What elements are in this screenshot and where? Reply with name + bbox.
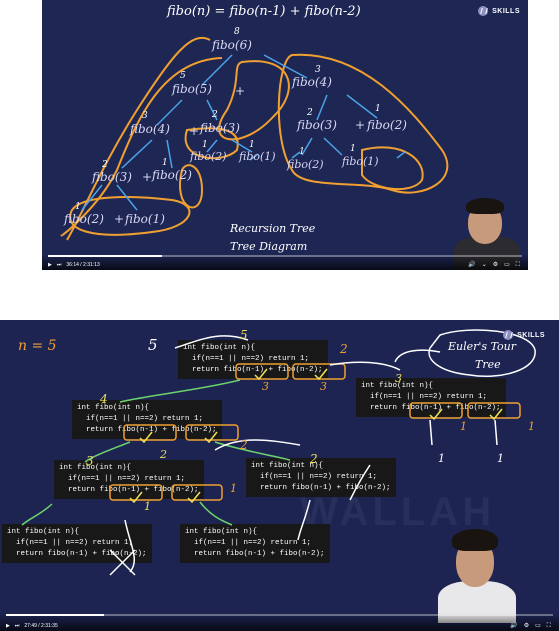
return-value: 2: [307, 108, 313, 118]
video-controls: ▶ ⏭ 36:14 / 2:31:13 🔊 ⌄ ⚙ ▭ ⛶: [42, 254, 528, 270]
plus-sign: +: [355, 118, 366, 132]
return-value: 8: [234, 27, 240, 37]
return-value: 1: [162, 158, 168, 168]
node-fibo-3: fibo(3): [200, 121, 240, 135]
node-fibo-4-right: fibo(4): [292, 75, 332, 89]
final-result: 5: [148, 336, 158, 354]
fullscreen-icon[interactable]: ⛶: [547, 623, 551, 629]
progress-bar[interactable]: [6, 614, 553, 616]
settings-icon[interactable]: ⚙: [524, 623, 529, 629]
note-eulers-tour: Euler's Tour: [448, 340, 517, 353]
return-value: 1: [375, 104, 381, 114]
return-value: 1: [249, 140, 255, 150]
node-fibo-2: fibo(2): [64, 212, 104, 226]
next-icon[interactable]: ⏭: [15, 623, 20, 629]
fullscreen-icon[interactable]: ⛶: [516, 262, 520, 268]
annotation-number: 1: [230, 482, 237, 495]
theater-icon[interactable]: ▭: [535, 623, 541, 629]
volume-icon[interactable]: 🔊: [468, 262, 475, 268]
video-controls: ▶ ⏭ 27:49 / 2:31:35 🔊 ⚙ ▭ ⛶: [0, 613, 559, 631]
logo-icon: [503, 330, 514, 340]
logo-icon: [478, 6, 489, 16]
play-icon[interactable]: ▶: [6, 623, 10, 629]
node-fibo-2: fibo(2): [287, 158, 324, 171]
annotation-number: 2: [310, 452, 318, 466]
annotation-number: 3: [320, 380, 327, 393]
annotation-number: 4: [100, 392, 108, 406]
node-fibo-2: fibo(2): [190, 150, 227, 163]
annotation-number: 1: [438, 452, 445, 465]
return-value: 1: [299, 147, 305, 157]
node-fibo-3-right: fibo(3): [297, 118, 337, 132]
return-value: 1: [350, 144, 356, 154]
node-fibo-1: fibo(1): [125, 212, 165, 226]
return-value: 2: [102, 160, 108, 170]
annotation-number: 3: [86, 454, 94, 468]
annotation-number: 1: [144, 500, 151, 513]
node-fibo-3: fibo(3): [92, 170, 132, 184]
presenter-video: [432, 525, 522, 623]
caption-tree-diagram: Tree Diagram: [230, 240, 308, 253]
return-value: 3: [315, 65, 321, 75]
annotation-number: 1: [460, 420, 467, 433]
annotation-number: 1: [497, 452, 504, 465]
node-fibo-2: fibo(2): [367, 118, 407, 132]
brand-logo: SKILLS: [503, 330, 545, 340]
return-value: 1: [75, 202, 81, 212]
node-fibo-1: fibo(1): [239, 150, 276, 163]
annotation-number: 5: [240, 328, 248, 342]
recurrence-formula: fibo(n) = fibo(n-1) + fibo(n-2): [167, 4, 361, 19]
caption-recursion-tree: Recursion Tree: [230, 222, 316, 235]
plus-sign: +: [189, 124, 200, 138]
settings-icon[interactable]: ⚙: [493, 262, 498, 268]
video-player-top[interactable]: fibo(n) = fibo(n-1) + fibo(n-2) fibo(6) …: [42, 0, 528, 270]
volume-icon[interactable]: 🔊: [510, 623, 517, 629]
annotation-number: 3: [262, 380, 269, 393]
brand-logo: SKILLS: [478, 6, 520, 16]
node-fibo-6: fibo(6): [212, 38, 252, 52]
chevron-down-icon[interactable]: ⌄: [482, 262, 487, 268]
node-fibo-1: fibo(1): [342, 155, 379, 168]
return-value: 5: [180, 71, 186, 81]
annotation-number: 2: [340, 342, 348, 356]
return-value: 3: [142, 111, 148, 121]
plus-sign: +: [142, 170, 153, 184]
node-fibo-5: fibo(5): [172, 82, 212, 96]
annotation-number: 2: [160, 448, 167, 461]
annotation-number: 3: [395, 372, 402, 385]
annotation-number: 2: [240, 438, 248, 452]
theater-icon[interactable]: ▭: [504, 262, 510, 268]
plus-sign: +: [235, 84, 246, 98]
time-display: 36:14 / 2:31:13: [66, 262, 100, 268]
annotation-number: 1: [528, 420, 535, 433]
n-value-label: n = 5: [18, 338, 57, 354]
return-value: 1: [202, 140, 208, 150]
next-icon[interactable]: ⏭: [57, 262, 62, 268]
video-player-bottom[interactable]: WALLAH int fibo(int n){ if(n==1 || n==2)…: [0, 320, 559, 631]
node-fibo-4-left: fibo(4): [130, 122, 170, 136]
plus-sign: +: [114, 212, 125, 226]
return-value: 2: [212, 110, 218, 120]
progress-bar[interactable]: [48, 255, 522, 257]
note-tree: Tree: [475, 358, 501, 371]
node-fibo-2: fibo(2): [152, 168, 192, 182]
play-icon[interactable]: ▶: [48, 262, 52, 268]
time-display: 27:49 / 2:31:35: [24, 623, 58, 629]
